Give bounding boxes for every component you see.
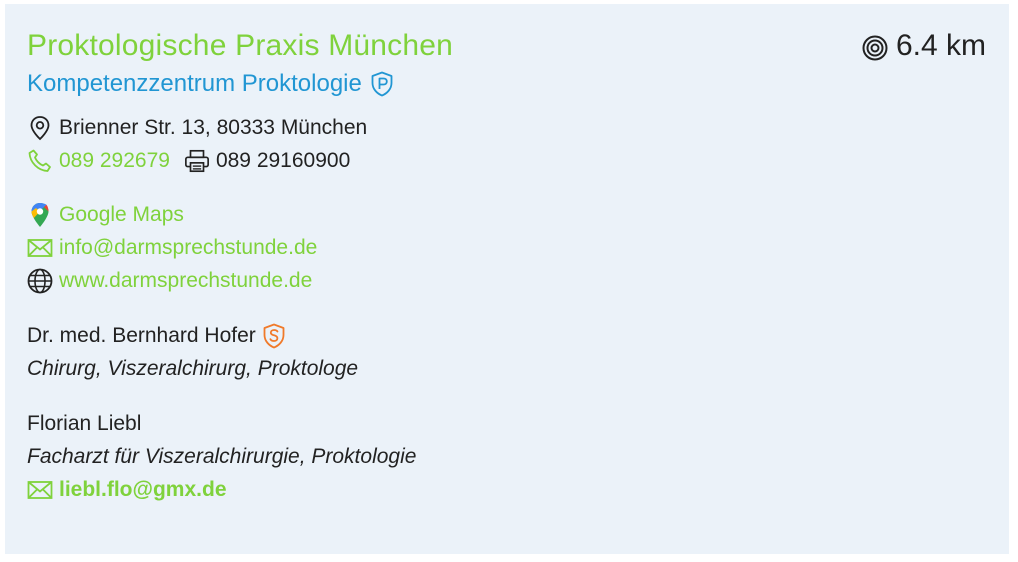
person-role: Facharzt für Viszeralchirurgie, Proktolo…: [27, 445, 417, 468]
p-shield-icon: [371, 71, 393, 97]
website-row[interactable]: www.darmsprechstunde.de: [27, 264, 987, 297]
phone-link[interactable]: 089 292679: [59, 144, 170, 177]
fax-group: 089 29160900: [184, 144, 350, 177]
google-maps-link[interactable]: Google Maps: [59, 198, 184, 231]
distance-value: 6.4 km: [895, 29, 986, 62]
person-name: Florian Liebl: [27, 412, 142, 435]
printer-icon: [184, 148, 210, 174]
person-card: Florian Liebl Facharzt für Viszeralchiru…: [27, 407, 987, 506]
envelope-icon: [27, 235, 53, 261]
s-shield-icon: [263, 323, 285, 348]
links-block: Google Maps info@darmsprechstunde.de www…: [27, 198, 987, 297]
email-row[interactable]: info@darmsprechstunde.de: [27, 231, 987, 264]
person-email-link[interactable]: liebl.flo@gmx.de: [59, 473, 227, 506]
fax-number: 089 29160900: [215, 149, 351, 172]
globe-icon: [27, 268, 53, 294]
person-name-row: Dr. med. Bernhard Hofer: [27, 319, 987, 352]
practice-card: 6.4 km Proktologische Praxis München Kom…: [5, 4, 1009, 554]
practice-title: Proktologische Praxis München: [27, 29, 454, 62]
person-name-row: Florian Liebl: [27, 407, 987, 440]
email-link[interactable]: info@darmsprechstunde.de: [59, 231, 317, 264]
phone-icon: [27, 148, 53, 174]
address-text: Brienner Str. 13, 80333 München: [59, 116, 368, 139]
envelope-icon: [27, 477, 53, 503]
person-email-row[interactable]: liebl.flo@gmx.de: [27, 473, 987, 506]
contact-row: 089 292679 089 29160900: [27, 144, 987, 177]
maps-row[interactable]: Google Maps: [27, 198, 987, 231]
radar-icon: [862, 35, 888, 60]
subtitle-text: Kompetenzzentrum Proktologie: [27, 70, 362, 97]
google-maps-pin-icon: [27, 202, 53, 228]
person-name: Dr. med. Bernhard Hofer: [27, 324, 256, 347]
person-card: Dr. med. Bernhard Hofer Chirurg, Viszera…: [27, 319, 987, 385]
map-pin-icon: [27, 115, 53, 141]
practice-subtitle: Kompetenzzentrum Proktologie: [27, 68, 987, 100]
distance-indicator: 6.4 km: [862, 28, 986, 64]
person-role: Chirurg, Viszeralchirurg, Proktologe: [27, 357, 359, 380]
website-link[interactable]: www.darmsprechstunde.de: [59, 264, 312, 297]
address-row: Brienner Str. 13, 80333 München: [27, 111, 987, 144]
